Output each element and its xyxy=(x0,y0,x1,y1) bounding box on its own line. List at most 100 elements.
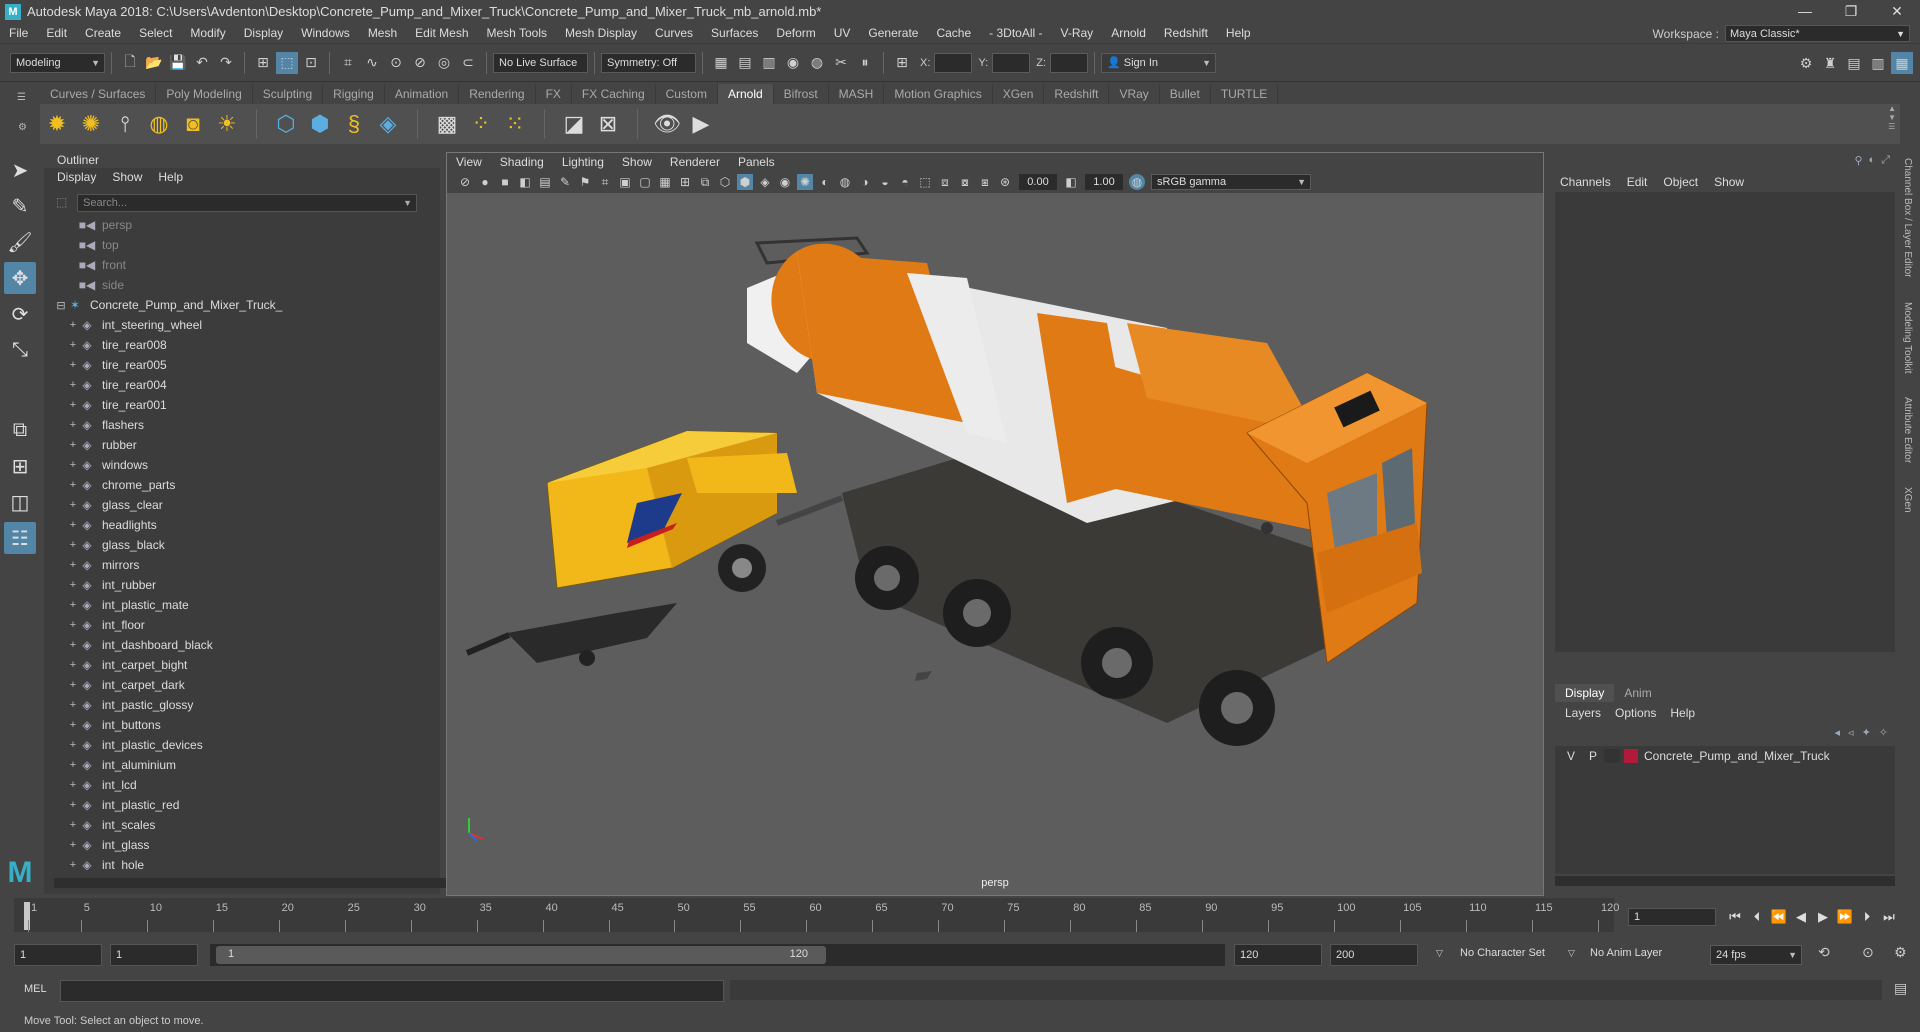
expand-icon[interactable]: + xyxy=(68,659,78,671)
ambient-occlusion-icon[interactable]: ◍ xyxy=(837,174,853,190)
anti-aliasing-icon[interactable]: ◒ xyxy=(877,174,893,190)
current-frame-field[interactable]: 1 xyxy=(1628,908,1716,926)
xray-active-icon[interactable]: ⧇ xyxy=(957,174,973,190)
anim-layer-label[interactable]: No Anim Layer xyxy=(1590,947,1662,959)
image-plane-icon[interactable]: ◧ xyxy=(517,174,533,190)
side-tab-channel-box[interactable]: Channel Box / Layer Editor xyxy=(1902,158,1913,278)
menu-help[interactable]: Help xyxy=(1217,23,1260,44)
resolution-gate-icon[interactable]: ▢ xyxy=(637,174,653,190)
outliner-menu-show[interactable]: Show xyxy=(112,170,142,184)
step-forward-key-icon[interactable]: ⏩ xyxy=(1834,909,1856,925)
outliner-horizontal-scrollbar[interactable] xyxy=(54,878,464,888)
step-back-key-icon[interactable]: ⏪ xyxy=(1768,909,1790,925)
render-view-icon[interactable]: ▦ xyxy=(710,52,732,74)
search-input[interactable]: Search... ▼ xyxy=(77,194,417,212)
shelf-scroll[interactable]: ▲ ▼ ☰ xyxy=(1888,104,1896,131)
expand-icon[interactable]: + xyxy=(68,379,78,391)
select-camera-icon[interactable]: ⊘ xyxy=(457,174,473,190)
channel-box-menu-object[interactable]: Object xyxy=(1663,175,1698,189)
range-slider[interactable]: 1 120 xyxy=(210,944,1225,966)
hypershade-icon[interactable]: ◍ xyxy=(806,52,828,74)
play-backward-icon[interactable]: ◀ xyxy=(1790,909,1812,925)
step-back-frame-icon[interactable]: ⏴ xyxy=(1746,909,1768,925)
expand-icon[interactable]: + xyxy=(68,459,78,471)
smooth-shade-icon[interactable]: ⬢ xyxy=(737,174,753,190)
transform-mode-icon[interactable]: ⊞ xyxy=(891,52,913,74)
outliner-item-child[interactable]: + ◈ int_glass xyxy=(54,835,420,855)
side-tab-xgen[interactable]: XGen xyxy=(1902,487,1913,513)
ipr-render-icon[interactable]: ▥ xyxy=(758,52,780,74)
license-icon[interactable]: ⁙ xyxy=(500,109,530,139)
film-gate-icon[interactable]: ▣ xyxy=(617,174,633,190)
shelf-tab-bullet[interactable]: Bullet xyxy=(1160,84,1211,104)
outliner-item-child[interactable]: + ◈ tire_rear005 xyxy=(54,355,420,375)
select-object-icon[interactable]: ⬚ xyxy=(276,51,298,74)
redo-icon[interactable]: ↷ xyxy=(215,52,237,74)
move-layer-up-icon[interactable]: ◂ xyxy=(1835,726,1841,739)
maximize-button[interactable]: ❐ xyxy=(1828,0,1874,23)
motion-blur-icon[interactable]: ◑ xyxy=(857,174,873,190)
float-icon[interactable]: ⤢ xyxy=(1881,154,1890,167)
outliner-item-child[interactable]: + ◈ int_carpet_bight xyxy=(54,655,420,675)
animation-start-field[interactable]: 1 xyxy=(14,944,102,966)
outliner-item-child[interactable]: + ◈ chrome_parts xyxy=(54,475,420,495)
snap-point-icon[interactable]: ⊙ xyxy=(385,52,407,74)
depth-of-field-icon[interactable]: ◓ xyxy=(897,174,913,190)
time-slider[interactable]: 1 5 10 15 20 25 30 35 40 45 50 55 60 65 70 75 80 85 90 95 10… xyxy=(14,898,1619,932)
shelf-tab-fx[interactable]: FX xyxy=(536,84,572,104)
snap-curve-icon[interactable]: ∿ xyxy=(361,52,383,74)
expand-icon[interactable]: + xyxy=(68,759,78,771)
menu-redshift[interactable]: Redshift xyxy=(1155,23,1217,44)
outliner-item-child[interactable]: + ◈ flashers xyxy=(54,415,420,435)
menu-edit[interactable]: Edit xyxy=(37,23,76,44)
exposure-icon[interactable]: ⊛ xyxy=(997,174,1013,190)
curve-collector-icon[interactable]: § xyxy=(339,109,369,139)
light-portal-icon[interactable]: ◙ xyxy=(178,109,208,139)
texture-manager-icon[interactable]: ▩ xyxy=(432,109,462,139)
mixer-truck[interactable] xyxy=(747,228,1428,746)
shelf-tab-rigging[interactable]: Rigging xyxy=(323,84,385,104)
auto-key-icon[interactable]: ⊙ xyxy=(1862,944,1874,961)
outliner-item-child[interactable]: + ◈ glass_black xyxy=(54,535,420,555)
outliner-menu-display[interactable]: Display xyxy=(57,170,96,184)
expand-icon[interactable]: + xyxy=(68,619,78,631)
menu-curves[interactable]: Curves xyxy=(646,23,702,44)
shelf-tab-poly-modeling[interactable]: Poly Modeling xyxy=(156,84,253,104)
menu-create[interactable]: Create xyxy=(76,23,130,44)
attribute-editor-icon[interactable]: ▤ xyxy=(1843,52,1865,74)
pin-icon[interactable]: ⚲ xyxy=(1854,154,1862,167)
snap-grid-icon[interactable]: ⌗ xyxy=(337,52,359,74)
photometric-light-icon[interactable]: ⫯ xyxy=(110,109,140,139)
modeling-toolkit-icon[interactable]: ⚙ xyxy=(1795,52,1817,74)
character-set-label[interactable]: No Character Set xyxy=(1460,947,1545,959)
expand-icon[interactable]: + xyxy=(68,359,78,371)
outliner-item-child[interactable]: + ◈ int_hole xyxy=(54,855,420,870)
side-tab-modeling-toolkit[interactable]: Modeling Toolkit xyxy=(1902,302,1913,374)
expand-icon[interactable]: + xyxy=(68,819,78,831)
layer-menu-options[interactable]: Options xyxy=(1615,704,1656,722)
material-icon[interactable]: ◪ xyxy=(559,109,589,139)
xray-joints-icon[interactable]: ⧆ xyxy=(977,174,993,190)
arnold-render-icon[interactable]: ✂ xyxy=(830,52,852,74)
tool-settings-icon[interactable]: ▥ xyxy=(1867,52,1889,74)
shelf-tab-redshift[interactable]: Redshift xyxy=(1044,84,1110,104)
scene-render[interactable] xyxy=(447,193,1543,873)
shelf-tab-sculpting[interactable]: Sculpting xyxy=(253,84,324,104)
outliner-item-child[interactable]: + ◈ tire_rear004 xyxy=(54,375,420,395)
new-layer-icon[interactable]: ✦ xyxy=(1862,726,1871,739)
xray-icon[interactable]: ⧈ xyxy=(937,174,953,190)
move-layer-down-icon[interactable]: ◃ xyxy=(1848,726,1854,739)
menu-edit-mesh[interactable]: Edit Mesh xyxy=(406,23,477,44)
menu-deform[interactable]: Deform xyxy=(767,23,824,44)
shelf-tab-curves-surfaces[interactable]: Curves / Surfaces xyxy=(40,84,157,104)
outliner-item-child[interactable]: + ◈ int_scales xyxy=(54,815,420,835)
shelf-tab-mash[interactable]: MASH xyxy=(829,84,885,104)
field-chart-icon[interactable]: ⊞ xyxy=(677,174,693,190)
menu-display[interactable]: Display xyxy=(235,23,292,44)
menu-3dtoall[interactable]: - 3DtoAll - xyxy=(980,23,1051,44)
expand-icon[interactable]: + xyxy=(68,639,78,651)
viewport-panel[interactable]: View Shading Lighting Show Renderer Pane… xyxy=(446,152,1544,896)
expand-icon[interactable]: + xyxy=(68,399,78,411)
script-language-toggle[interactable]: MEL xyxy=(24,983,47,995)
outliner-item-child[interactable]: + ◈ int_lcd xyxy=(54,775,420,795)
